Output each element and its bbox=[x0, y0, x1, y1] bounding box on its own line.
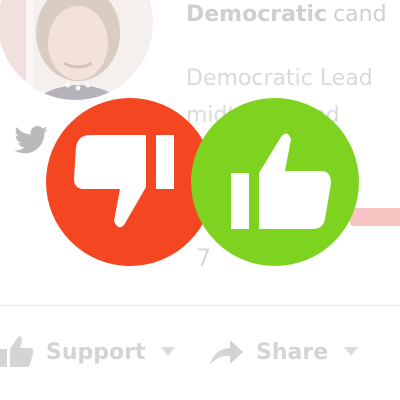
post-headline[interactable]: Democratic cand bbox=[186, 2, 387, 27]
divider bbox=[0, 305, 400, 306]
avatar-portrait bbox=[0, 0, 153, 100]
share-arrow-icon bbox=[210, 340, 243, 365]
progress-bar bbox=[350, 208, 400, 226]
headline-bold: Democratic bbox=[186, 2, 328, 27]
support-button[interactable]: Support bbox=[0, 332, 176, 372]
dislike-button[interactable] bbox=[46, 98, 214, 266]
chevron-down-icon[interactable] bbox=[344, 347, 359, 357]
headline-rest: cand bbox=[333, 2, 387, 27]
like-button[interactable] bbox=[191, 98, 359, 266]
thumbs-up-icon bbox=[231, 133, 331, 229]
avatar[interactable] bbox=[0, 0, 153, 100]
body-line-1: Democratic Lead bbox=[186, 66, 373, 91]
thumbs-down-icon bbox=[74, 135, 174, 228]
post-card: Democraticcand Democratic Lead midterms … bbox=[0, 0, 400, 400]
twitter-icon[interactable] bbox=[14, 126, 48, 154]
chevron-down-icon[interactable] bbox=[161, 347, 176, 357]
share-label: Share bbox=[256, 339, 329, 365]
thumbs-up-icon bbox=[0, 336, 34, 367]
support-label: Support bbox=[46, 339, 146, 365]
reaction-count: 7 bbox=[196, 244, 212, 272]
share-button[interactable]: Share bbox=[208, 332, 359, 372]
